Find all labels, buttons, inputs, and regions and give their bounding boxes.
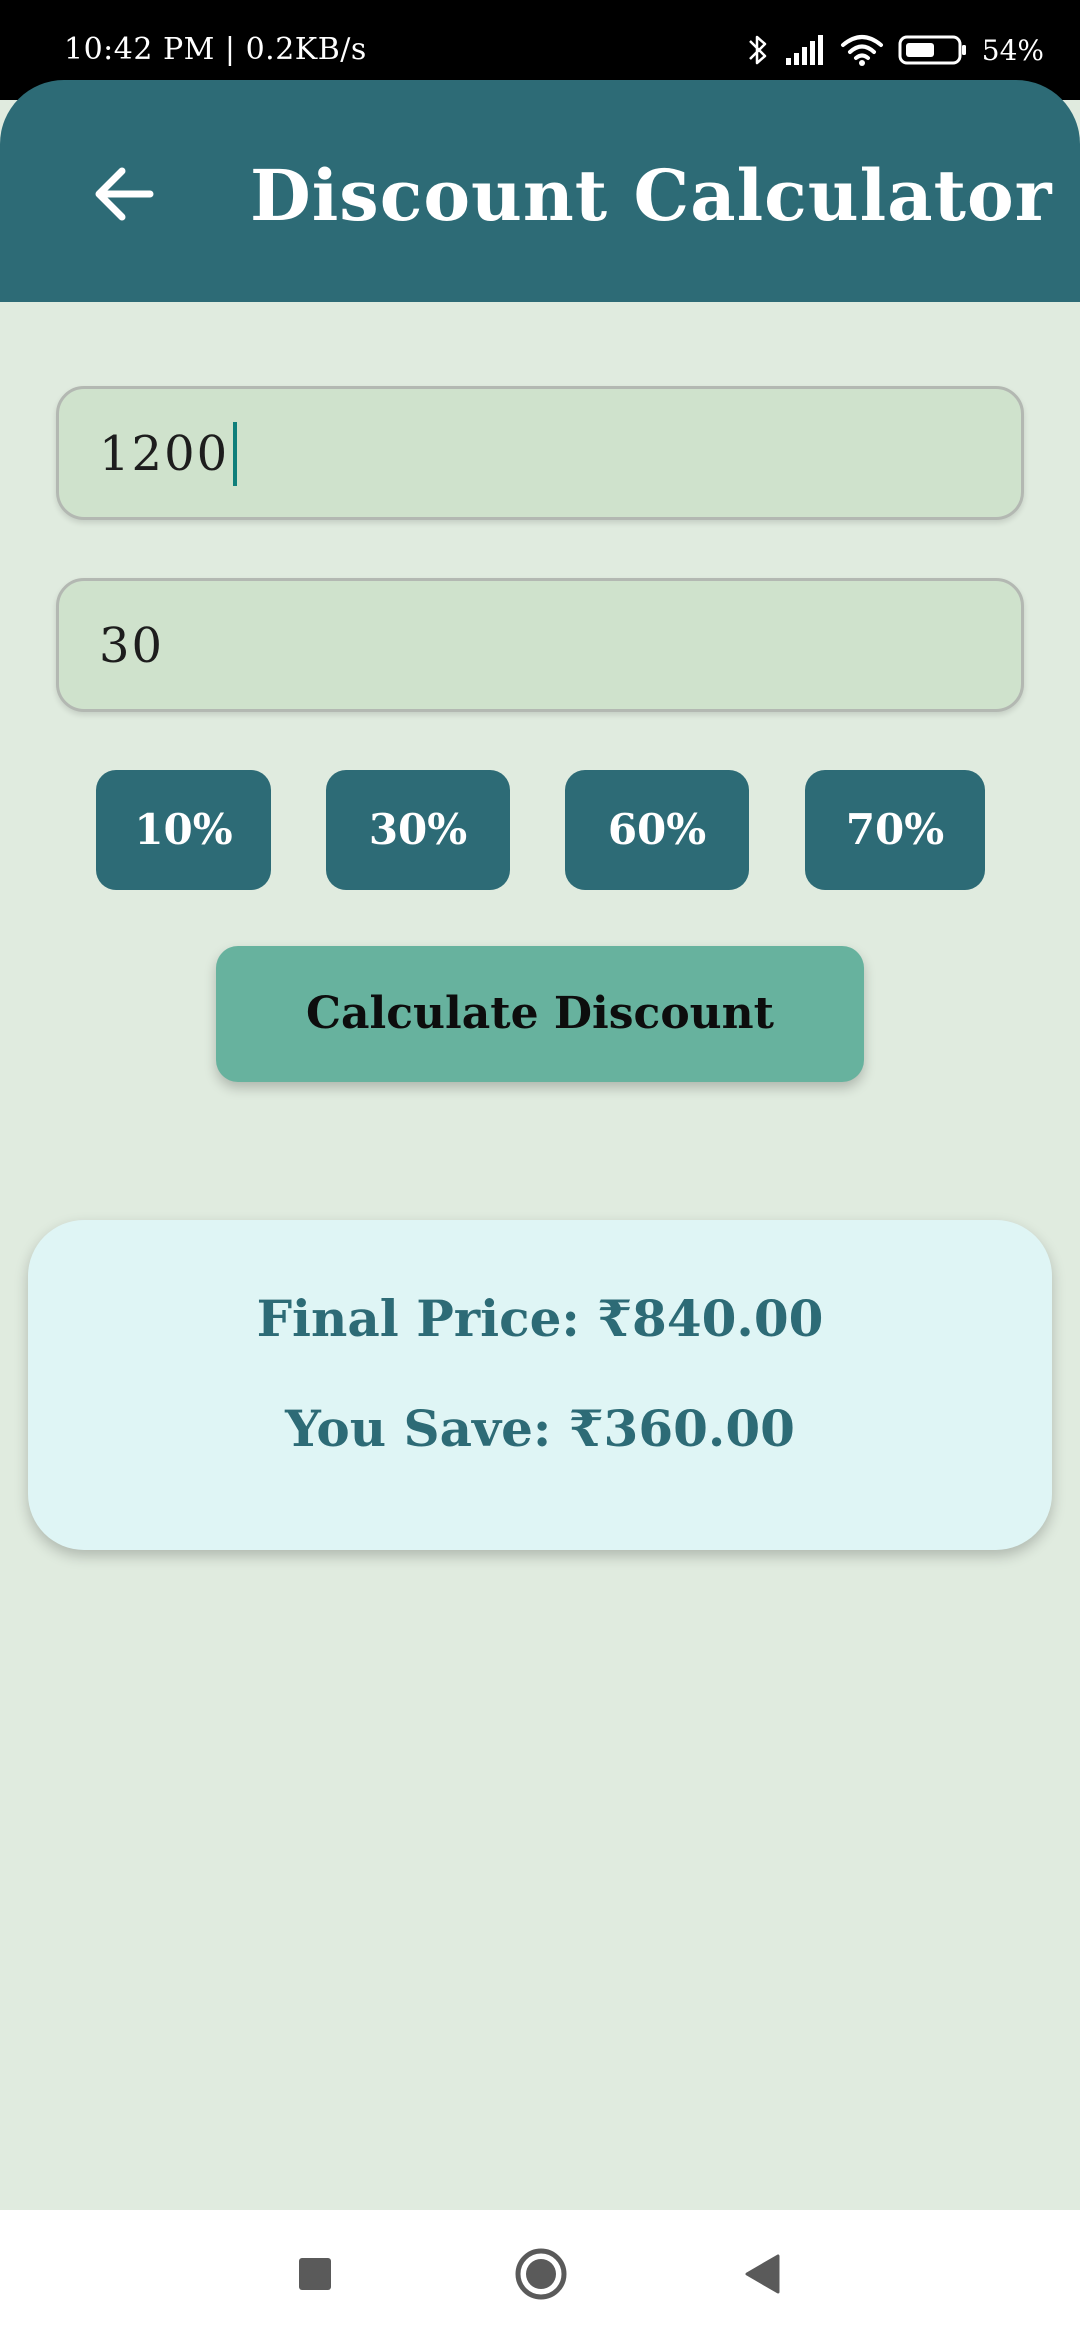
- wifi-icon: [840, 33, 884, 67]
- arrow-left-icon[interactable]: [92, 162, 156, 226]
- page-title: Discount Calculator: [250, 154, 1053, 237]
- battery-icon: [898, 33, 968, 67]
- you-save-text: You Save: ₹360.00: [285, 1399, 795, 1458]
- text-caret: [233, 421, 238, 486]
- discount-input-value: 30: [99, 618, 165, 674]
- final-price-text: Final Price: ₹840.00: [256, 1289, 824, 1348]
- preset-10-button[interactable]: 10%: [96, 770, 271, 890]
- preset-30-button[interactable]: 30%: [326, 770, 510, 890]
- circle-home-icon[interactable]: [511, 2244, 571, 2304]
- battery-percent: 54%: [981, 33, 1044, 67]
- price-input[interactable]: 1200: [56, 386, 1024, 520]
- price-input-value: 1200: [99, 419, 238, 489]
- preset-60-button[interactable]: 60%: [565, 770, 749, 890]
- app-bar: Discount Calculator: [0, 80, 1080, 302]
- calculate-discount-button[interactable]: Calculate Discount: [216, 946, 864, 1082]
- status-icons: 54%: [746, 26, 1044, 74]
- result-card: Final Price: ₹840.00 You Save: ₹360.00: [28, 1220, 1052, 1550]
- discount-input[interactable]: 30: [56, 578, 1024, 712]
- signal-icon: [784, 33, 826, 67]
- square-recents-icon[interactable]: [285, 2244, 345, 2304]
- navigation-bar: [0, 2210, 1080, 2340]
- bluetooth-icon: [746, 32, 770, 68]
- triangle-back-icon[interactable]: [735, 2244, 795, 2304]
- status-time-speed: 10:42 PM | 0.2KB/s: [64, 32, 367, 67]
- preset-70-button[interactable]: 70%: [805, 770, 985, 890]
